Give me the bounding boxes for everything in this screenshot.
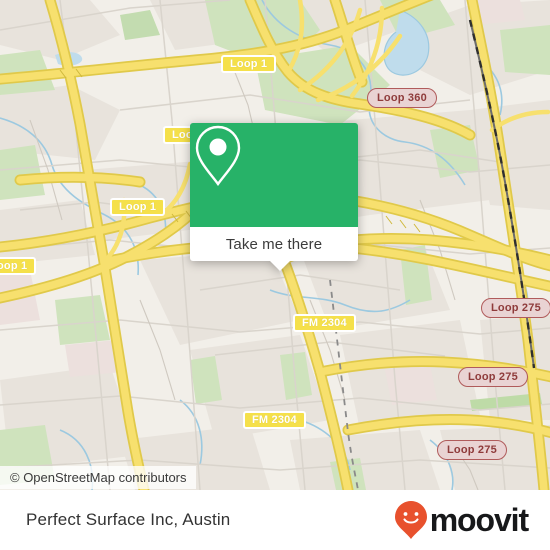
moovit-logo[interactable]: moovit [394, 500, 529, 540]
moovit-map-screen: Loop 1 Loop 360 Loop Loop 1 oop 1 FM 230… [0, 0, 550, 550]
osm-attribution[interactable]: © OpenStreetMap contributors [0, 466, 196, 489]
take-me-there-button[interactable]: Take me there [190, 227, 358, 261]
place-callout-card[interactable]: Take me there [190, 123, 358, 271]
map-pin-icon [195, 125, 241, 187]
moovit-wordmark: moovit [429, 502, 529, 538]
map-canvas[interactable]: Loop 1 Loop 360 Loop Loop 1 oop 1 FM 230… [0, 0, 550, 490]
callout-pin-area [190, 123, 358, 227]
moovit-smiley-pin-icon [394, 501, 427, 539]
footer-bar: Perfect Surface Inc, Austin moovit [0, 490, 550, 550]
place-title: Perfect Surface Inc, Austin [26, 510, 231, 529]
callout-tail [269, 260, 291, 271]
